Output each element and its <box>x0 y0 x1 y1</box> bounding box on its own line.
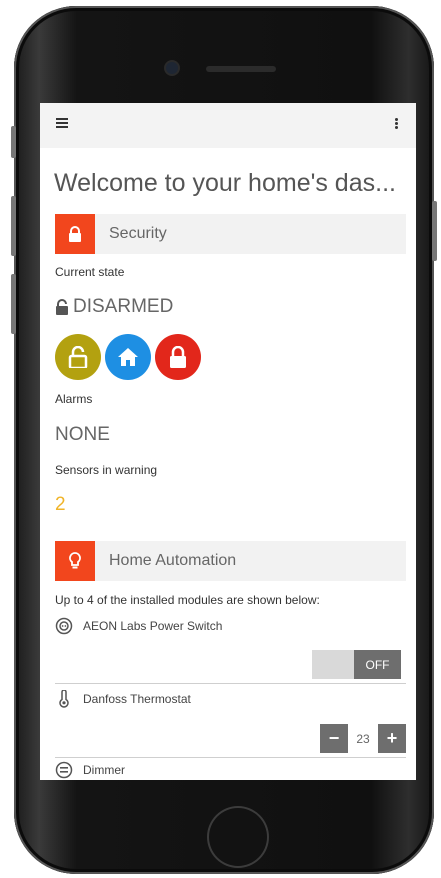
power-button <box>432 201 437 261</box>
page-title: Welcome to your home's das... <box>54 169 396 197</box>
front-camera <box>166 62 178 74</box>
decrease-button[interactable]: − <box>320 724 348 753</box>
lightbulb-icon <box>55 541 95 581</box>
current-state: DISARMED <box>55 296 173 318</box>
lock-icon <box>170 346 186 368</box>
power-switch-toggle[interactable]: OFF <box>312 650 401 679</box>
lock-icon <box>55 214 95 254</box>
power-switch-icon <box>55 617 73 635</box>
unlock-icon <box>68 346 88 368</box>
increase-button[interactable]: + <box>378 724 406 753</box>
more-options-icon[interactable] <box>395 118 398 130</box>
home-button[interactable] <box>207 806 269 868</box>
alarms-label: Alarms <box>55 392 93 406</box>
automation-section-header: Home Automation <box>55 541 406 581</box>
automation-header-label: Home Automation <box>109 552 237 569</box>
current-state-value: DISARMED <box>73 296 174 317</box>
modules-intro: Up to 4 of the installed modules are sho… <box>55 593 320 607</box>
home-icon <box>118 348 138 366</box>
module-power-switch: AEON Labs Power Switch <box>55 617 406 637</box>
alarms-value: NONE <box>55 424 110 445</box>
volume-up-button <box>11 196 16 256</box>
sensors-warning-count: 2 <box>55 494 66 515</box>
security-section-header: Security <box>55 214 406 254</box>
dimmer-icon <box>55 761 73 779</box>
divider <box>55 683 406 684</box>
module-name: Danfoss Thermostat <box>83 692 191 706</box>
home-mode-button[interactable] <box>105 334 151 380</box>
sensors-warning-label: Sensors in warning <box>55 463 158 477</box>
app-screen: Welcome to your home's das... Security C… <box>40 103 416 780</box>
arm-button[interactable] <box>155 334 201 380</box>
thermometer-icon <box>59 690 69 708</box>
divider <box>55 757 406 758</box>
thermostat-stepper: − 23 + <box>320 724 406 753</box>
toggle-state: OFF <box>354 650 401 679</box>
volume-down-button <box>11 274 16 334</box>
mute-switch <box>11 126 16 158</box>
thermostat-value: 23 <box>356 731 370 746</box>
hamburger-menu-icon[interactable] <box>56 118 68 128</box>
disarm-button[interactable] <box>55 334 101 380</box>
module-name: Dimmer <box>83 763 125 777</box>
module-thermostat: Danfoss Thermostat <box>55 690 406 710</box>
unlock-icon <box>56 299 68 315</box>
app-bar <box>40 103 416 148</box>
module-dimmer: Dimmer <box>55 761 406 780</box>
security-header-label: Security <box>109 225 167 242</box>
current-state-label: Current state <box>55 265 125 279</box>
module-name: AEON Labs Power Switch <box>83 619 223 633</box>
earpiece-speaker <box>206 66 276 72</box>
